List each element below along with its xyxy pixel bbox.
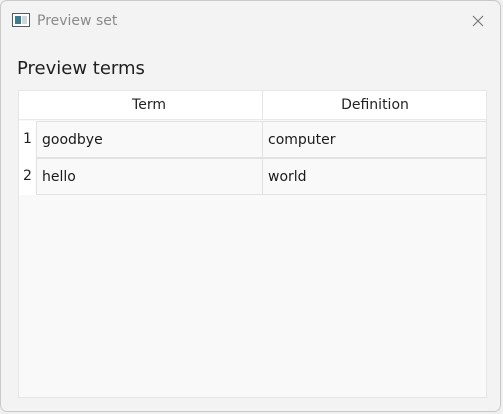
app-window-icon	[12, 13, 30, 27]
table-row: 2 hello world	[19, 158, 487, 195]
table-row: 1 goodbye computer	[19, 121, 487, 158]
close-icon	[472, 15, 484, 27]
title-bar[interactable]: Preview set	[1, 1, 500, 41]
definition-cell[interactable]: computer	[263, 121, 487, 158]
close-button[interactable]	[456, 1, 500, 41]
term-cell[interactable]: goodbye	[36, 121, 263, 158]
column-header-term[interactable]: Term	[36, 91, 263, 119]
preview-set-dialog: Preview set Preview terms Term Definitio…	[0, 0, 501, 412]
definition-cell[interactable]: world	[263, 158, 487, 195]
table-header: Term Definition	[19, 91, 486, 120]
terms-table[interactable]: Term Definition 1 goodbye computer 2 hel…	[18, 90, 487, 398]
row-number[interactable]: 2	[19, 158, 36, 195]
term-cell[interactable]: hello	[36, 158, 263, 195]
row-number[interactable]: 1	[19, 121, 36, 158]
page-title: Preview terms	[17, 58, 145, 79]
window-title: Preview set	[37, 13, 118, 29]
column-header-definition[interactable]: Definition	[263, 91, 487, 119]
